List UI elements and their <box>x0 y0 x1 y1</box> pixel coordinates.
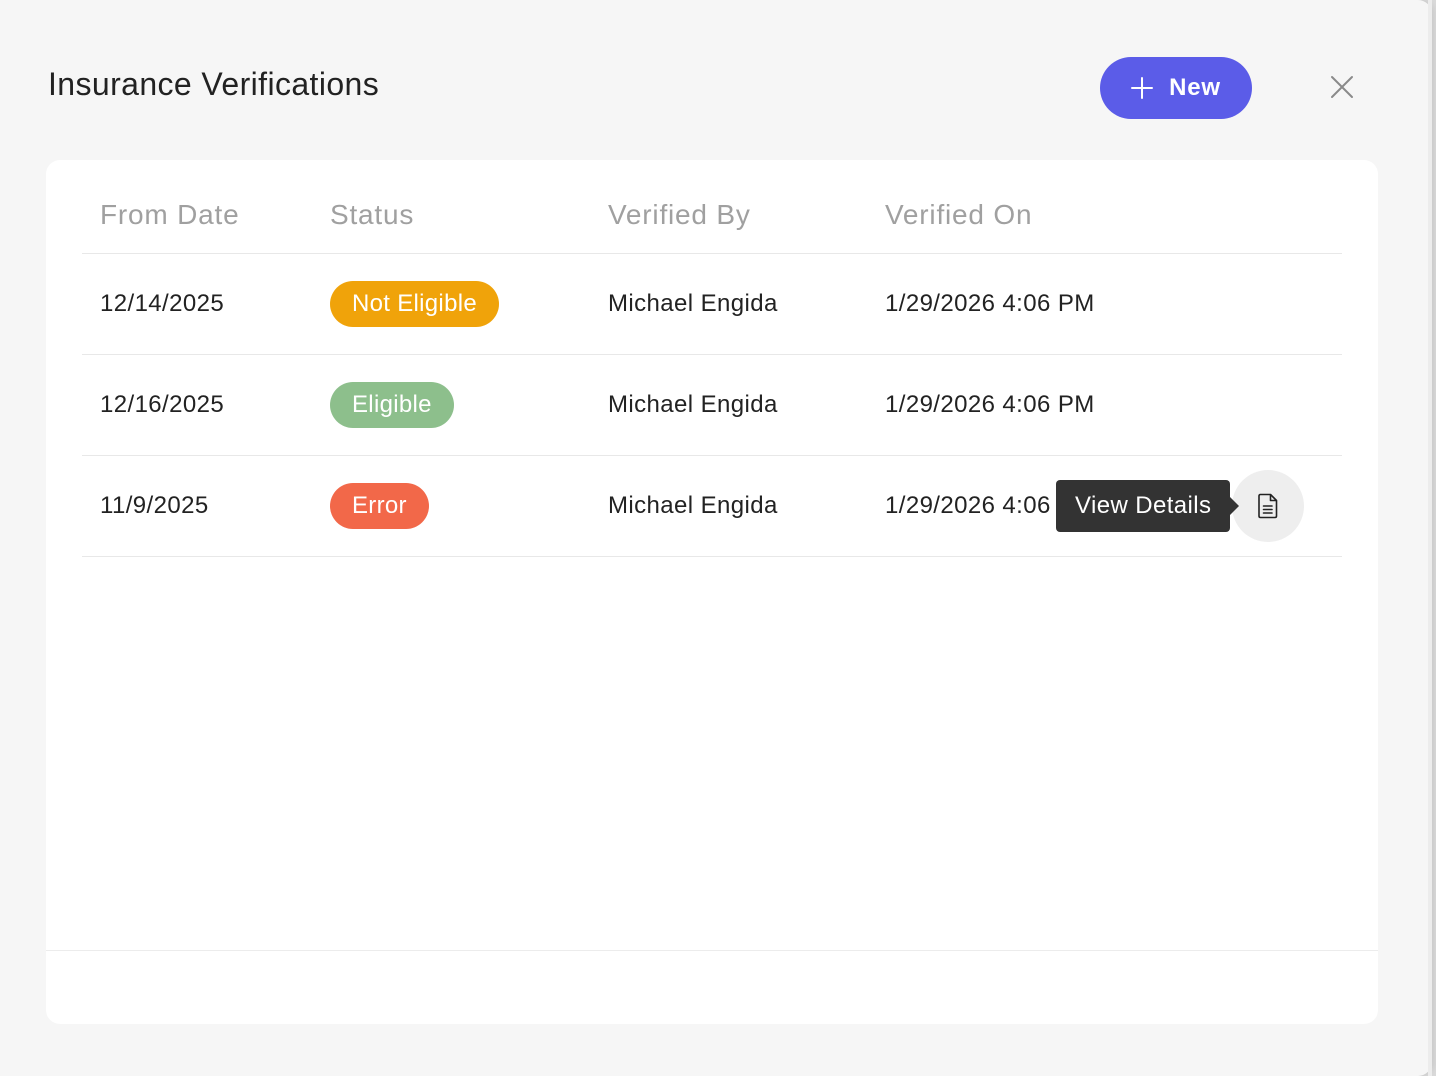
modal-edge <box>1428 0 1432 1076</box>
verified-by-cell: Michael Engida <box>608 455 885 557</box>
view-details-tooltip: View Details <box>1056 479 1240 532</box>
modal-title: Insurance Verifications <box>48 66 380 102</box>
document-icon <box>1258 493 1278 518</box>
table-row[interactable]: 12/14/2025 Not Eligible Michael Engida 1… <box>82 253 1342 355</box>
status-badge: Eligible <box>330 381 454 428</box>
column-header-from-date[interactable]: From Date <box>82 178 330 254</box>
close-icon <box>1331 76 1353 98</box>
verified-on-cell: 1/29/2026 4:06 PM <box>885 354 1342 456</box>
verified-by-cell: Michael Engida <box>608 354 885 456</box>
new-button-label: New <box>1169 74 1221 101</box>
row-actions: View Details <box>1056 469 1305 542</box>
new-button[interactable]: New <box>1100 57 1252 119</box>
verifications-card: From Date Status Verified By Verified On… <box>46 160 1378 1024</box>
insurance-verifications-modal: Insurance Verifications New From Date St… <box>0 0 1432 1076</box>
status-badge: Error <box>330 482 429 529</box>
column-header-verified-by[interactable]: Verified By <box>608 178 885 254</box>
column-header-status[interactable]: Status <box>330 178 608 254</box>
verifications-table: From Date Status Verified By Verified On… <box>82 178 1342 557</box>
verified-on-cell: 1/29/2026 4:06 PM <box>885 253 1342 355</box>
status-badge: Not Eligible <box>330 280 499 327</box>
from-date-cell: 11/9/2025 <box>82 455 330 557</box>
plus-icon <box>1131 77 1154 99</box>
from-date-cell: 12/14/2025 <box>82 253 330 355</box>
from-date-cell: 12/16/2025 <box>82 354 330 456</box>
table-row[interactable]: 12/16/2025 Eligible Michael Engida 1/29/… <box>82 354 1342 456</box>
verified-by-cell: Michael Engida <box>608 253 885 355</box>
table-header-row: From Date Status Verified By Verified On <box>82 178 1342 254</box>
view-details-button[interactable] <box>1232 469 1305 542</box>
column-header-verified-on[interactable]: Verified On <box>885 178 1342 254</box>
table-row[interactable]: 11/9/2025 Error Michael Engida 1/29/2026… <box>82 455 1342 557</box>
close-button[interactable] <box>1326 71 1358 103</box>
card-footer-divider <box>46 950 1378 951</box>
